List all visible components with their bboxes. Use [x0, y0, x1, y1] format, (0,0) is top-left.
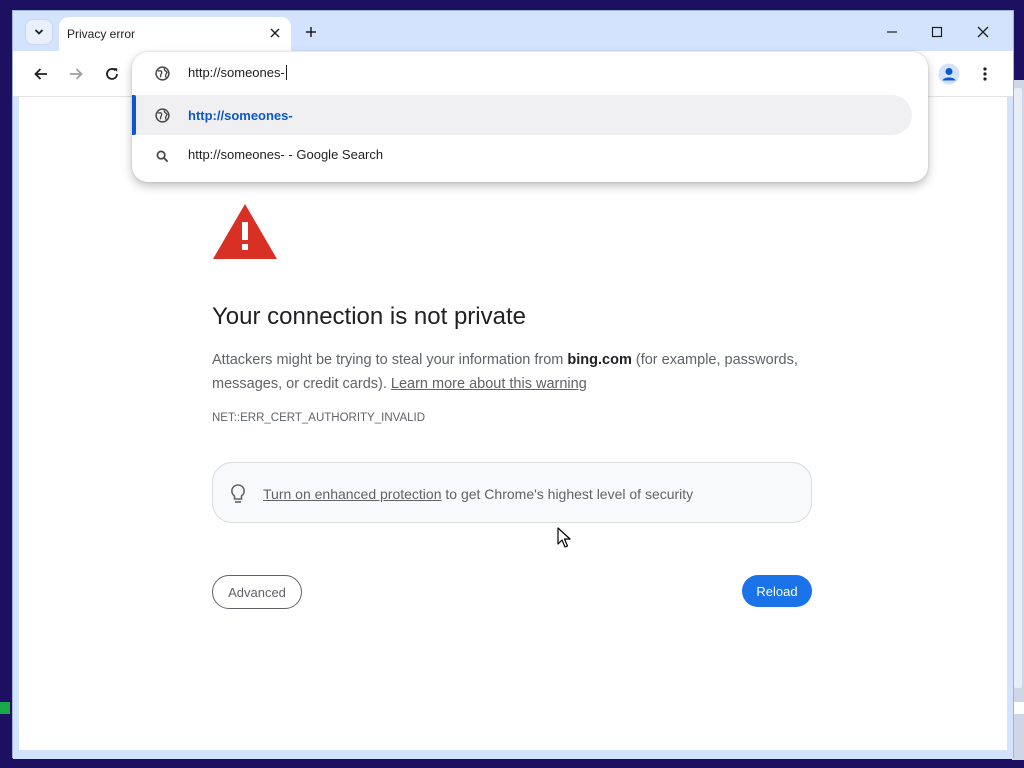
search-icon-wrapper — [153, 147, 171, 165]
enhanced-protection-link[interactable]: Turn on enhanced protection — [263, 486, 442, 502]
maximize-icon — [931, 26, 943, 38]
refresh-icon — [106, 68, 118, 80]
new-tab-button[interactable] — [301, 22, 321, 42]
mouse-cursor-icon — [557, 527, 571, 548]
chevron-down-icon — [34, 29, 44, 35]
tab-search-button[interactable] — [25, 19, 53, 45]
suggestion-item[interactable]: http://someones- - Google Search — [132, 136, 912, 176]
desc-domain: bing.com — [567, 352, 632, 368]
reload-toolbar-button[interactable] — [100, 62, 124, 86]
desktop-green-marker — [0, 702, 10, 714]
lightbulb-icon — [231, 484, 245, 503]
learn-more-link[interactable]: Learn more about this warning — [391, 376, 587, 392]
window-bottom-frame — [13, 750, 1013, 759]
globe-icon-wrapper — [153, 106, 171, 124]
enhanced-protection-box: Turn on enhanced protection to get Chrom… — [212, 462, 812, 523]
warning-icon — [213, 204, 277, 259]
omnibox-dropdown: http://someones- http://someones- http:/… — [132, 52, 928, 182]
reload-button[interactable]: Reload — [742, 575, 812, 607]
error-code: NET::ERR_CERT_AUTHORITY_INVALID — [212, 412, 426, 424]
text-caret — [285, 65, 287, 80]
minimize-button[interactable] — [879, 19, 905, 45]
omnibox-text[interactable]: http://someones- — [188, 65, 287, 80]
page-content — [19, 97, 1007, 750]
advanced-button[interactable]: Advanced — [212, 575, 302, 609]
close-icon — [270, 28, 280, 38]
forward-button[interactable] — [64, 62, 88, 86]
page-heading: Your connection is not private — [212, 303, 526, 330]
maximize-button[interactable] — [924, 19, 950, 45]
back-button[interactable] — [29, 62, 53, 86]
menu-button[interactable] — [973, 62, 997, 86]
desktop-scroll-thumb — [1014, 88, 1022, 688]
selected-indicator — [132, 95, 136, 135]
tab-privacy-error[interactable]: Privacy error — [59, 17, 291, 51]
suggestion-text: http://someones- — [188, 108, 293, 123]
enhanced-protection-rest: to get Chrome's highest level of securit… — [441, 486, 694, 502]
minimize-icon — [887, 31, 897, 33]
suggestion-item[interactable]: http://someones- — [132, 95, 912, 135]
warning-description: Attackers might be trying to steal your … — [212, 348, 822, 396]
suggestion-text: http://someones- - Google Search — [188, 147, 384, 162]
omnibox-typed-text: http://someones- — [188, 65, 285, 80]
arrow-left-icon — [34, 68, 47, 80]
globe-icon — [154, 65, 170, 81]
tab-close-button[interactable] — [267, 25, 283, 41]
globe-icon-wrapper — [153, 64, 171, 82]
search-icon — [156, 150, 168, 162]
plus-icon — [306, 27, 316, 37]
globe-icon — [154, 107, 170, 123]
tab-strip: Privacy error — [13, 11, 1013, 51]
window-close-button[interactable] — [970, 19, 996, 45]
tab-title: Privacy error — [67, 27, 136, 41]
desc-text-before: Attackers might be trying to steal your … — [212, 352, 568, 368]
avatar-icon — [938, 63, 960, 85]
enhanced-protection-text: Turn on enhanced protection to get Chrom… — [263, 486, 693, 502]
arrow-right-icon — [70, 68, 83, 80]
more-vert-icon — [983, 67, 987, 81]
omnibox-input[interactable]: http://someones- — [132, 52, 928, 94]
close-icon — [977, 26, 989, 38]
profile-button[interactable] — [937, 62, 961, 86]
desktop-white-marker — [1014, 702, 1024, 714]
